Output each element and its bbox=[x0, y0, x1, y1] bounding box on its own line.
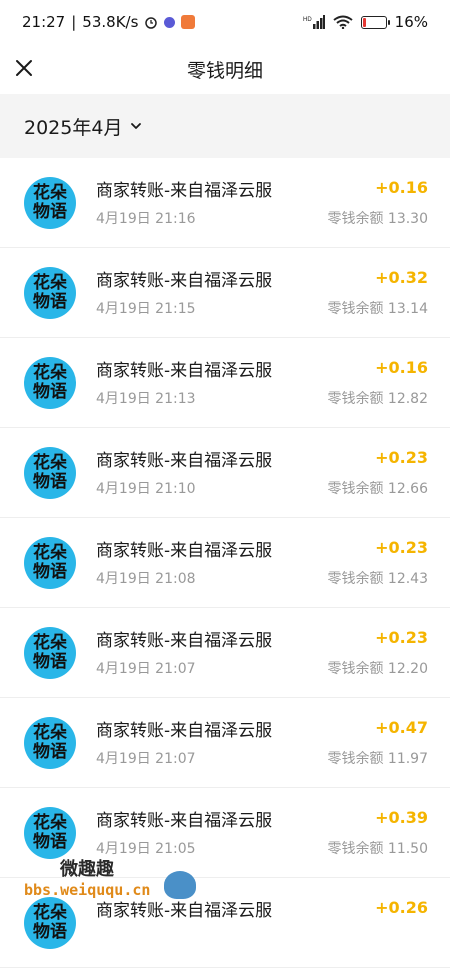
watermark-name: 微趣趣 bbox=[60, 859, 114, 880]
status-right: HD 16% bbox=[303, 13, 428, 31]
transaction-time: 4月19日 21:08 bbox=[96, 571, 196, 587]
network-speed: 53.8K/s bbox=[82, 13, 139, 31]
avatar-text: 花朵 物语 bbox=[24, 814, 76, 852]
nav-bar: 零钱明细 bbox=[0, 44, 450, 94]
cellular-signal-icon: HD bbox=[303, 15, 325, 29]
transaction-amount: +0.26 bbox=[375, 898, 428, 917]
transaction-time: 4月19日 21:07 bbox=[96, 661, 196, 677]
merchant-avatar: 花朵 物语 bbox=[24, 717, 76, 769]
chevron-down-icon bbox=[131, 123, 142, 129]
transaction-balance: 零钱余额 12.20 bbox=[327, 661, 428, 677]
status-left: 21:27 | 53.8K/s bbox=[22, 13, 196, 31]
merchant-avatar: 花朵 物语 bbox=[24, 447, 76, 499]
battery-percent: 16% bbox=[394, 13, 428, 31]
transaction-balance: 零钱余额 12.66 bbox=[327, 481, 428, 497]
transaction-balance: 零钱余额 11.97 bbox=[327, 751, 428, 767]
avatar-line1: 花朵 bbox=[33, 543, 67, 563]
gift-app-icon bbox=[181, 15, 196, 29]
transaction-row[interactable]: 花朵 物语 商家转账-来自福泽云服 4月19日 21:13 +0.16 零钱余额… bbox=[0, 338, 450, 428]
transaction-title: 商家转账-来自福泽云服 bbox=[96, 541, 273, 561]
avatar-text: 花朵 物语 bbox=[24, 364, 76, 402]
transaction-title: 商家转账-来自福泽云服 bbox=[96, 451, 273, 471]
avatar-line1: 花朵 bbox=[33, 723, 67, 743]
app-notification-icon bbox=[164, 16, 176, 28]
transaction-amount: +0.32 bbox=[375, 268, 428, 287]
transaction-list: 花朵 物语 商家转账-来自福泽云服 4月19日 21:16 +0.16 零钱余额… bbox=[0, 158, 450, 968]
avatar-line2: 物语 bbox=[33, 652, 67, 672]
watermark-mascot bbox=[164, 871, 196, 899]
merchant-avatar: 花朵 物语 bbox=[24, 177, 76, 229]
avatar-line2: 物语 bbox=[33, 562, 67, 582]
avatar-line2: 物语 bbox=[33, 382, 67, 402]
transaction-balance: 零钱余额 13.30 bbox=[327, 211, 428, 227]
avatar-line1: 花朵 bbox=[33, 453, 67, 473]
transaction-row[interactable]: 花朵 物语 商家转账-来自福泽云服 4月19日 21:07 +0.47 零钱余额… bbox=[0, 698, 450, 788]
watermark-url: bbs.weiququ.cn bbox=[24, 881, 151, 899]
merchant-avatar: 花朵 物语 bbox=[24, 357, 76, 409]
close-icon[interactable] bbox=[12, 56, 36, 80]
transaction-time: 4月19日 21:07 bbox=[96, 751, 196, 767]
transaction-title: 商家转账-来自福泽云服 bbox=[96, 181, 273, 201]
transaction-amount: +0.16 bbox=[375, 358, 428, 377]
status-divider: | bbox=[71, 13, 77, 31]
transaction-amount: +0.47 bbox=[375, 718, 428, 737]
transaction-row[interactable]: 花朵 物语 商家转账-来自福泽云服 4月19日 21:07 +0.23 零钱余额… bbox=[0, 608, 450, 698]
avatar-line2: 物语 bbox=[33, 202, 67, 222]
avatar-line2: 物语 bbox=[33, 832, 67, 852]
transaction-amount: +0.23 bbox=[375, 628, 428, 647]
transaction-time: 4月19日 21:16 bbox=[96, 211, 196, 227]
alarm-icon bbox=[145, 17, 158, 29]
transaction-row[interactable]: 花朵 物语 商家转账-来自福泽云服 4月19日 21:16 +0.16 零钱余额… bbox=[0, 158, 450, 248]
transaction-row[interactable]: 花朵 物语 商家转账-来自福泽云服 4月19日 21:08 +0.23 零钱余额… bbox=[0, 518, 450, 608]
avatar-text: 花朵 物语 bbox=[24, 724, 76, 762]
avatar-line2: 物语 bbox=[33, 922, 67, 942]
transaction-time: 4月19日 21:15 bbox=[96, 301, 196, 317]
merchant-avatar: 花朵 物语 bbox=[24, 537, 76, 589]
transaction-amount: +0.39 bbox=[375, 808, 428, 827]
avatar-line2: 物语 bbox=[33, 292, 67, 312]
status-bar: 21:27 | 53.8K/s HD 16% bbox=[0, 0, 450, 44]
avatar-line1: 花朵 bbox=[33, 183, 67, 203]
transaction-balance: 零钱余额 12.82 bbox=[327, 391, 428, 407]
battery-icon bbox=[360, 15, 390, 29]
transaction-row[interactable]: 花朵 物语 商家转账-来自福泽云服 4月19日 21:10 +0.23 零钱余额… bbox=[0, 428, 450, 518]
month-filter[interactable]: 2025年4月 bbox=[0, 94, 450, 158]
avatar-line1: 花朵 bbox=[33, 813, 67, 833]
transaction-amount: +0.23 bbox=[375, 448, 428, 467]
transaction-row[interactable]: 花朵 物语 商家转账-来自福泽云服 4月19日 21:15 +0.32 零钱余额… bbox=[0, 248, 450, 338]
page-title: 零钱明细 bbox=[186, 59, 263, 82]
transaction-title: 商家转账-来自福泽云服 bbox=[96, 361, 273, 381]
hd-icon: HD bbox=[303, 17, 312, 23]
transaction-amount: +0.23 bbox=[375, 538, 428, 557]
transaction-balance: 零钱余额 11.50 bbox=[327, 841, 428, 857]
avatar-line1: 花朵 bbox=[33, 633, 67, 653]
transaction-time: 4月19日 21:10 bbox=[96, 481, 196, 497]
status-time: 21:27 bbox=[22, 13, 66, 31]
avatar-text: 花朵 物语 bbox=[24, 274, 76, 312]
transaction-title: 商家转账-来自福泽云服 bbox=[96, 271, 273, 291]
month-filter-label: 2025年4月 bbox=[24, 116, 123, 139]
transaction-amount: +0.16 bbox=[375, 178, 428, 197]
avatar-line2: 物语 bbox=[33, 472, 67, 492]
merchant-avatar: 花朵 物语 bbox=[24, 627, 76, 679]
merchant-avatar: 花朵 物语 bbox=[24, 807, 76, 859]
avatar-text: 花朵 物语 bbox=[24, 454, 76, 492]
transaction-balance: 零钱余额 13.14 bbox=[327, 301, 428, 317]
transaction-time: 4月19日 21:13 bbox=[96, 391, 196, 407]
transaction-title: 商家转账-来自福泽云服 bbox=[96, 631, 273, 651]
transaction-balance: 零钱余额 12.43 bbox=[327, 571, 428, 587]
merchant-avatar: 花朵 物语 bbox=[24, 267, 76, 319]
avatar-line2: 物语 bbox=[33, 742, 67, 762]
transaction-title: 商家转账-来自福泽云服 bbox=[96, 811, 273, 831]
battery-level bbox=[362, 17, 366, 27]
wifi-icon bbox=[333, 15, 353, 29]
avatar-text: 花朵 物语 bbox=[24, 634, 76, 672]
avatar-text: 花朵 物语 bbox=[24, 184, 76, 222]
avatar-text: 花朵 物语 bbox=[24, 544, 76, 582]
watermark: 微趣趣 bbs.weiququ.cn bbox=[24, 855, 224, 915]
avatar-line1: 花朵 bbox=[33, 363, 67, 383]
avatar-line1: 花朵 bbox=[33, 273, 67, 293]
transaction-title: 商家转账-来自福泽云服 bbox=[96, 721, 273, 741]
